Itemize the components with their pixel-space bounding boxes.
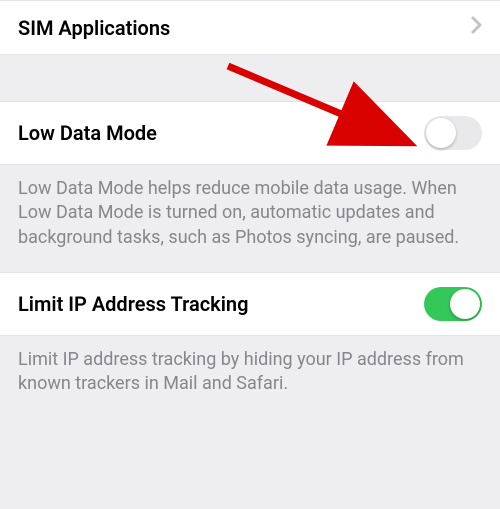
section-gap xyxy=(0,250,500,272)
low-data-mode-footer-text: Low Data Mode helps reduce mobile data u… xyxy=(18,178,459,248)
section-gap xyxy=(0,55,500,101)
sim-applications-label: SIM Applications xyxy=(18,16,170,40)
toggle-knob xyxy=(426,118,456,148)
chevron-right-icon xyxy=(471,15,482,40)
limit-ip-tracking-footer-text: Limit IP address tracking by hiding your… xyxy=(18,349,464,394)
low-data-mode-row: Low Data Mode xyxy=(0,101,500,165)
limit-ip-tracking-row: Limit IP Address Tracking xyxy=(0,272,500,336)
low-data-mode-toggle[interactable] xyxy=(424,116,482,150)
sim-applications-row[interactable]: SIM Applications xyxy=(0,0,500,55)
limit-ip-tracking-footer: Limit IP address tracking by hiding your… xyxy=(0,336,500,397)
low-data-mode-label: Low Data Mode xyxy=(18,121,157,145)
toggle-knob xyxy=(450,289,480,319)
limit-ip-tracking-toggle[interactable] xyxy=(424,287,482,321)
limit-ip-tracking-label: Limit IP Address Tracking xyxy=(18,292,248,316)
低-data-mode-footer: Low Data Mode helps reduce mobile data u… xyxy=(0,165,500,250)
